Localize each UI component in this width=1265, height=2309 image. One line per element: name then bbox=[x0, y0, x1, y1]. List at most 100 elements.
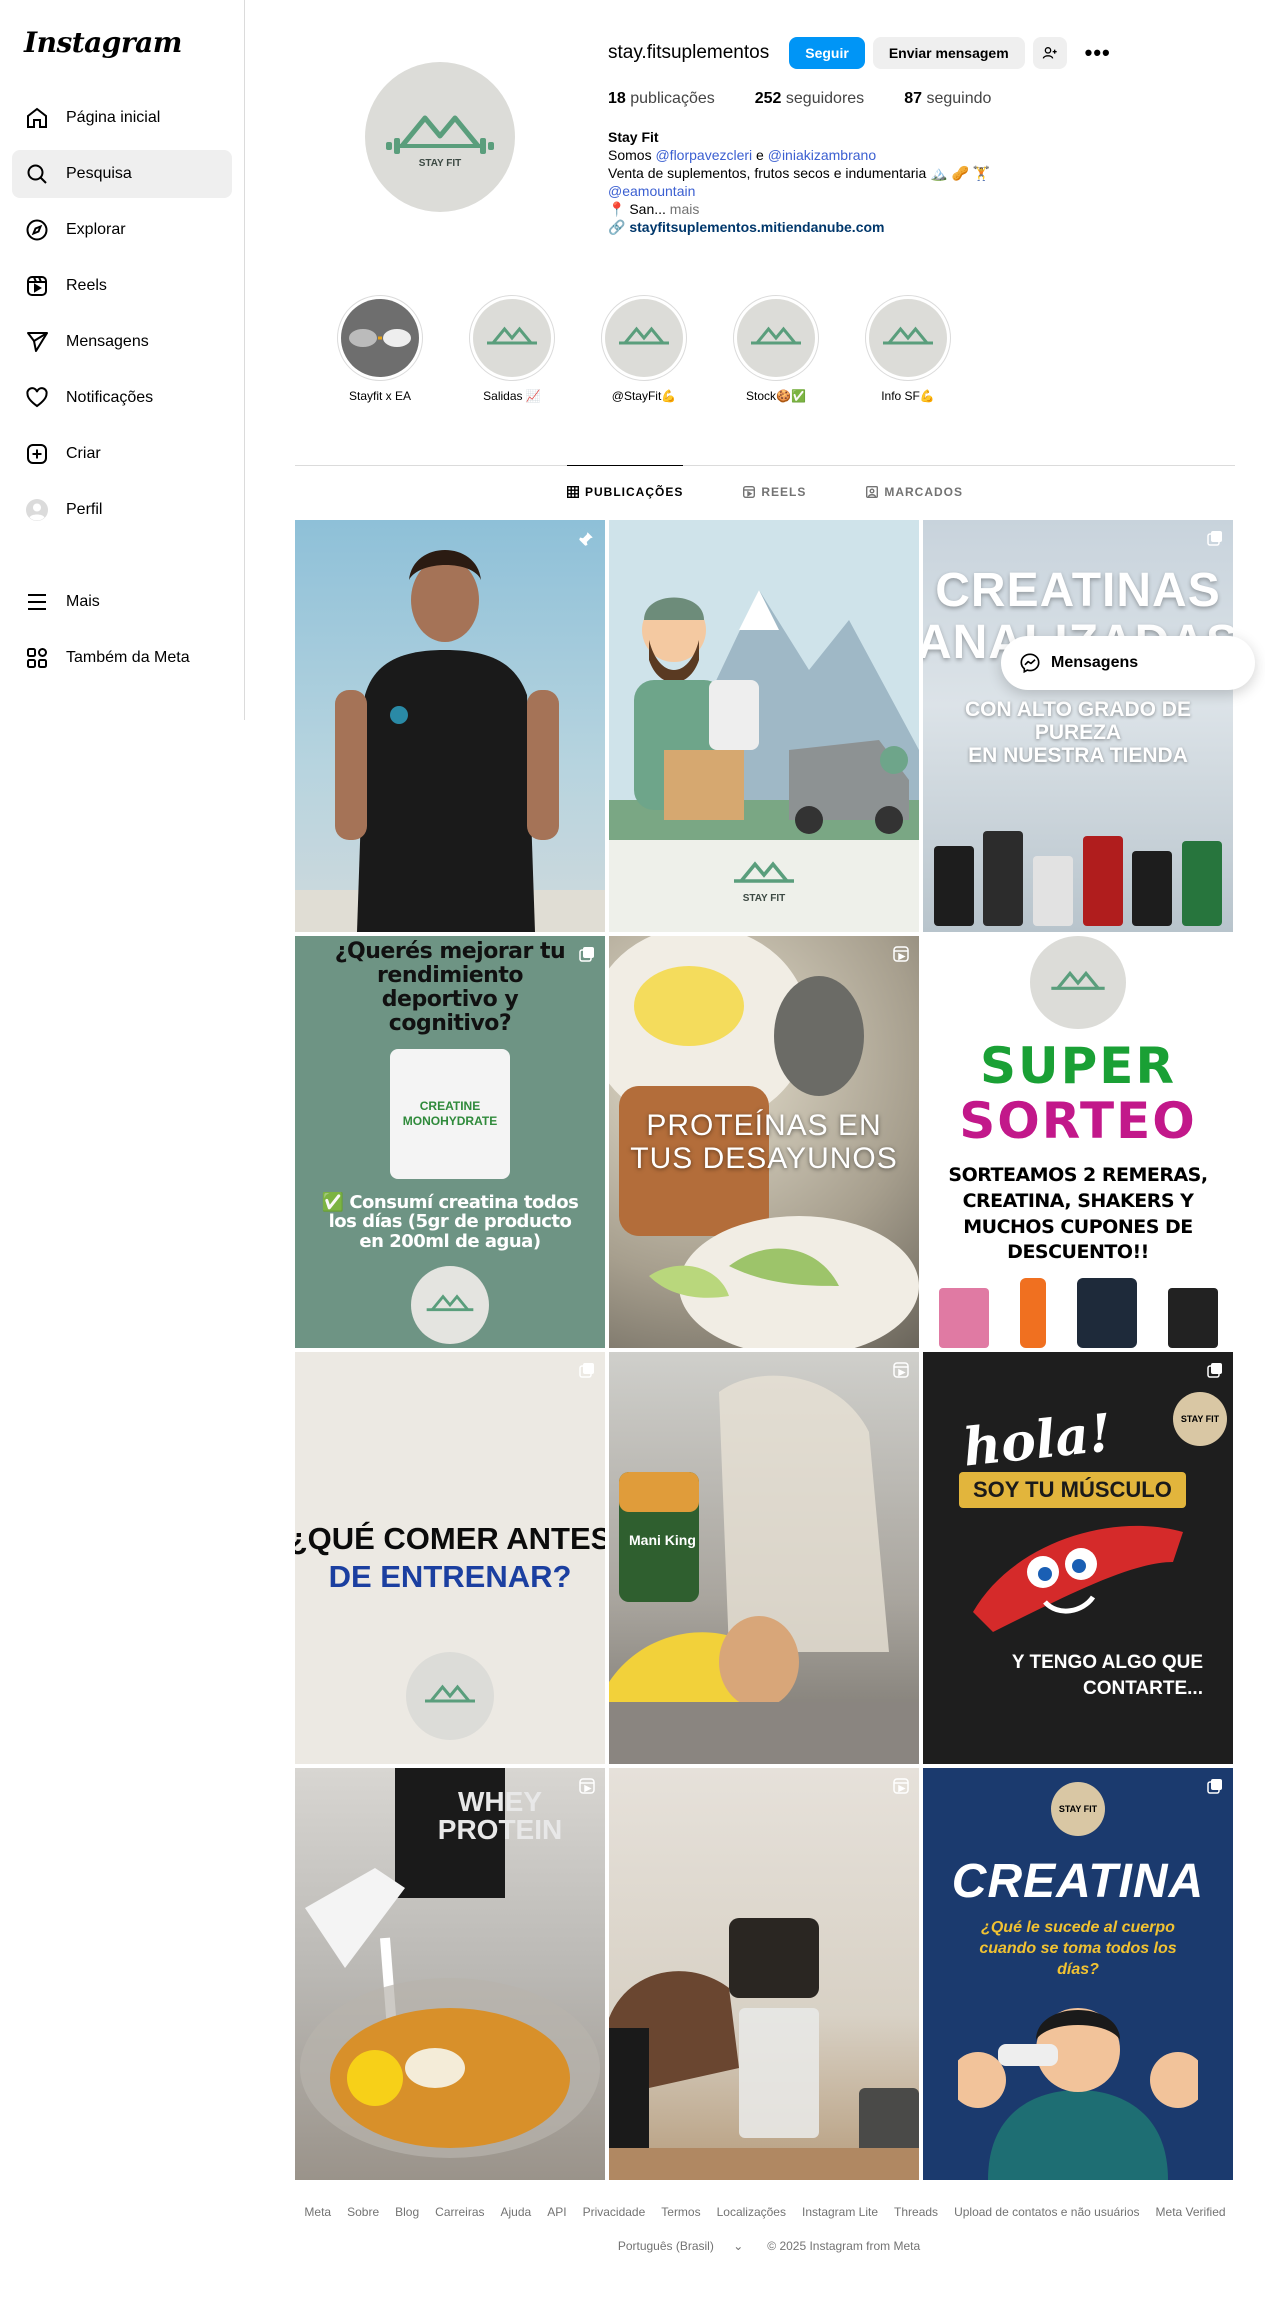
suggest-user-button[interactable] bbox=[1032, 37, 1067, 69]
carousel-icon bbox=[1207, 1362, 1223, 1383]
sidebar-item-reels[interactable]: Reels bbox=[12, 262, 232, 310]
posts-grid: STAY FIT CREATINAS ANALIZADAS CON ALTO G… bbox=[295, 520, 1235, 2180]
tab-posts[interactable]: PUBLICAÇÕES bbox=[566, 465, 684, 517]
sidebar-item-profile[interactable]: Perfil bbox=[12, 486, 232, 534]
footer-link[interactable]: Ajuda bbox=[501, 2205, 532, 2219]
footer-link[interactable]: Blog bbox=[395, 2205, 419, 2219]
meta-icon bbox=[24, 645, 50, 671]
post-subheading: CON ALTO GRADO DE PUREZA bbox=[965, 698, 1191, 745]
highlight-label: Info SF💪 bbox=[881, 389, 935, 403]
footer-link[interactable]: Localizações bbox=[717, 2205, 786, 2219]
character-drinking-icon bbox=[958, 2008, 1198, 2180]
footer: Meta Sobre Blog Carreiras Ajuda API Priv… bbox=[295, 2205, 1235, 2253]
language-selector[interactable]: Português (Brasil) ⌄ bbox=[610, 2239, 751, 2253]
sidebar-item-search[interactable]: Pesquisa bbox=[12, 150, 232, 198]
mention-link[interactable]: @eamountain bbox=[608, 182, 1228, 200]
reels-icon bbox=[743, 485, 756, 498]
post-tile[interactable]: PROTEÍNAS EN TUS DESAYUNOS bbox=[609, 936, 919, 1348]
compass-icon bbox=[24, 217, 50, 243]
plus-square-icon bbox=[24, 441, 50, 467]
posts-stat[interactable]: 18 publicações bbox=[608, 90, 715, 108]
sidebar-item-notifications[interactable]: Notificações bbox=[12, 374, 232, 422]
stayfit-logo-icon bbox=[1030, 936, 1126, 1030]
instagram-logo[interactable]: Instagram bbox=[12, 26, 232, 76]
profile-header: stay.fitsuplementos Seguir Enviar mensag… bbox=[608, 36, 1228, 236]
sidebar-item-create[interactable]: Criar bbox=[12, 430, 232, 478]
post-tile[interactable]: WHEY PROTEIN bbox=[295, 1768, 605, 2180]
mention-link[interactable]: @iniakizambrano bbox=[768, 147, 876, 163]
stayfit-logo-icon bbox=[751, 326, 801, 345]
chevron-down-icon: ⌄ bbox=[733, 2239, 744, 2253]
post-tile[interactable] bbox=[295, 520, 605, 932]
stayfit-badge-icon: STAY FIT bbox=[1173, 1392, 1227, 1446]
highlight-item[interactable]: Stayfit x EA bbox=[335, 295, 425, 403]
profile-website-link[interactable]: stayfitsuplementos.mitiendanube.com bbox=[629, 219, 884, 235]
grid-icon bbox=[566, 485, 579, 498]
sidebar-item-meta[interactable]: Também da Meta bbox=[12, 634, 232, 682]
sidebar-item-label: Página inicial bbox=[66, 109, 161, 126]
carousel-icon bbox=[579, 946, 595, 967]
post-tile[interactable]: STAY FIT CREATINA ¿Qué le sucede al cuer… bbox=[923, 1768, 1233, 2180]
footer-link[interactable]: Privacidade bbox=[583, 2205, 646, 2219]
post-subheading: EN NUESTRA TIENDA bbox=[968, 744, 1188, 768]
tab-tagged[interactable]: MARCADOS bbox=[866, 465, 963, 517]
stayfit-logo-icon bbox=[386, 115, 494, 154]
profile-username[interactable]: stay.fitsuplementos bbox=[608, 42, 769, 64]
send-icon bbox=[24, 329, 50, 355]
stayfit-logo-icon bbox=[619, 326, 669, 345]
bio-more-link[interactable]: mais bbox=[670, 201, 700, 217]
more-options-icon[interactable]: ••• bbox=[1085, 40, 1111, 66]
story-highlights: Stayfit x EA Salidas 📈 @StayFit💪 Stock🍪✅ bbox=[335, 295, 995, 403]
footer-link[interactable]: Upload de contatos e não usuários bbox=[954, 2205, 1139, 2219]
highlight-item[interactable]: @StayFit💪 bbox=[599, 295, 689, 403]
post-caption: ✅ Consumí creatina todos los días (5gr d… bbox=[321, 1191, 579, 1253]
sidebar-item-explore[interactable]: Explorar bbox=[12, 206, 232, 254]
profile-avatar[interactable]: STAY FIT bbox=[365, 62, 515, 212]
following-stat[interactable]: 87 seguindo bbox=[904, 90, 991, 108]
product-row bbox=[923, 812, 1233, 932]
prize-row bbox=[923, 1278, 1233, 1348]
post-tile[interactable]: STAY FIT bbox=[609, 520, 919, 932]
tab-reels[interactable]: REELS bbox=[743, 465, 806, 517]
post-tile[interactable]: ¿Querés mejorar tu rendimiento deportivo… bbox=[295, 936, 605, 1348]
footer-link[interactable]: Carreiras bbox=[435, 2205, 484, 2219]
footer-link[interactable]: Threads bbox=[894, 2205, 938, 2219]
footer-link[interactable]: Instagram Lite bbox=[802, 2205, 878, 2219]
footer-link[interactable]: API bbox=[547, 2205, 566, 2219]
person-photo-icon bbox=[295, 550, 605, 932]
footer-link[interactable]: Termos bbox=[661, 2205, 700, 2219]
highlight-label: @StayFit💪 bbox=[611, 389, 677, 403]
footer-link[interactable]: Sobre bbox=[347, 2205, 379, 2219]
bio-location: 📍 San... bbox=[608, 201, 666, 217]
highlight-cover-icon bbox=[349, 329, 411, 347]
post-tile[interactable]: Mani King bbox=[609, 1352, 919, 1764]
post-heading: DE ENTRENAR? bbox=[328, 1559, 572, 1594]
sidebar-item-home[interactable]: Página inicial bbox=[12, 94, 232, 142]
followers-stat[interactable]: 252 seguidores bbox=[755, 90, 864, 108]
post-tile[interactable] bbox=[609, 1768, 919, 2180]
carousel-icon bbox=[579, 1362, 595, 1383]
highlight-item[interactable]: Stock🍪✅ bbox=[731, 295, 821, 403]
post-tile[interactable]: ¿QUÉ COMER ANTES DE ENTRENAR? bbox=[295, 1352, 605, 1764]
footer-link[interactable]: Meta Verified bbox=[1156, 2205, 1226, 2219]
post-heading: ¿QUÉ COMER ANTES bbox=[295, 1520, 605, 1556]
highlight-item[interactable]: Salidas 📈 bbox=[467, 295, 557, 403]
footer-link[interactable]: Meta bbox=[304, 2205, 331, 2219]
post-tile[interactable]: STAY FIT hola! SOY TU MÚSCULO Y TENGO AL… bbox=[923, 1352, 1233, 1764]
profile-bio: Stay Fit Somos @florpavezcleri e @iniaki… bbox=[608, 128, 1228, 236]
follow-button[interactable]: Seguir bbox=[789, 37, 865, 69]
stayfit-logo-icon bbox=[406, 1652, 494, 1740]
send-message-button[interactable]: Enviar mensagem bbox=[872, 37, 1025, 69]
copyright: © 2025 Instagram from Meta bbox=[767, 2239, 921, 2253]
sidebar-item-more[interactable]: Mais bbox=[12, 578, 232, 626]
highlight-label: Salidas 📈 bbox=[483, 389, 541, 403]
sidebar-item-messages[interactable]: Mensagens bbox=[12, 318, 232, 366]
mention-link[interactable]: @florpavezcleri bbox=[655, 147, 752, 163]
post-heading: CREATINAS bbox=[935, 563, 1221, 617]
post-tile[interactable]: SUPER SORTEO SORTEAMOS 2 REMERAS, CREATI… bbox=[923, 936, 1233, 1348]
highlight-item[interactable]: Info SF💪 bbox=[863, 295, 953, 403]
messages-floating-button[interactable]: Mensagens bbox=[1001, 636, 1255, 690]
post-tile[interactable]: CREATINAS ANALIZADAS CON ALTO GRADO DE P… bbox=[923, 520, 1233, 932]
sidebar-item-label: Mensagens bbox=[66, 333, 149, 350]
highlight-label: Stock🍪✅ bbox=[746, 389, 806, 403]
